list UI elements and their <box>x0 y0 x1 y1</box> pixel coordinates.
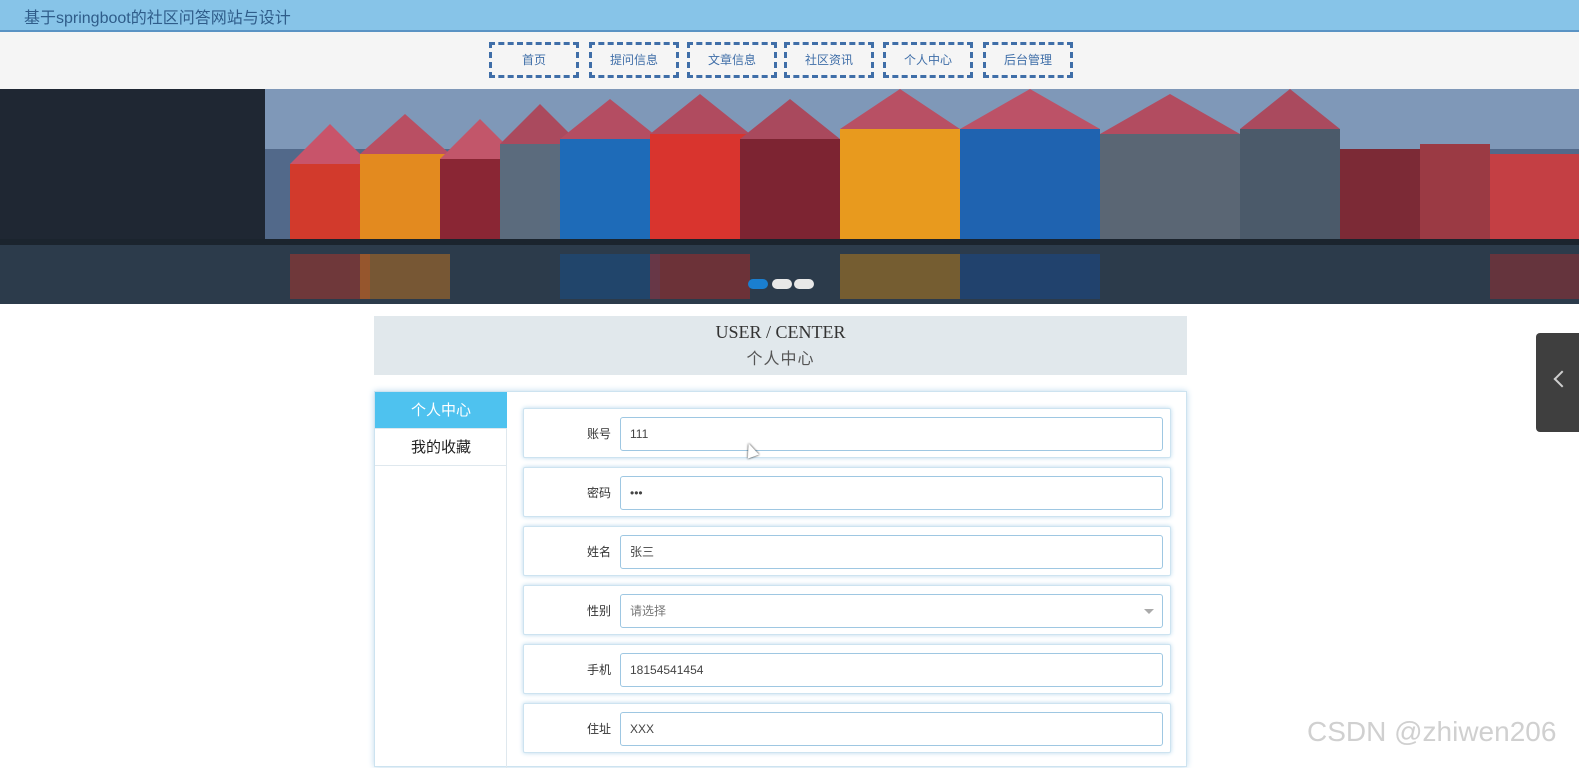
side-drawer-toggle[interactable] <box>1536 333 1579 432</box>
form-row-account: 账号 111 <box>523 408 1171 458</box>
account-input[interactable]: 111 <box>620 417 1163 451</box>
password-label: 密码 <box>586 486 611 500</box>
form-row-gender: 性别 请选择 <box>523 585 1171 635</box>
form-row-name: 姓名 张三 <box>523 526 1171 576</box>
nav-articles[interactable]: 文章信息 <box>687 42 777 78</box>
form-row-address: 住址 XXX <box>523 703 1171 753</box>
phone-label: 手机 <box>586 663 611 677</box>
chevron-down-icon <box>1144 609 1154 614</box>
sidebar-item-favorites[interactable]: 我的收藏 <box>375 429 507 466</box>
name-label: 姓名 <box>586 545 611 559</box>
address-input[interactable]: XXX <box>620 712 1163 746</box>
carousel-dot-3[interactable] <box>794 279 814 289</box>
form-row-password: 密码 ••• <box>523 467 1171 517</box>
gender-select-value: 请选择 <box>630 604 667 618</box>
nav-questions[interactable]: 提问信息 <box>589 42 679 78</box>
section-title-en: USER / CENTER <box>715 322 846 342</box>
gender-label: 性别 <box>586 604 611 618</box>
banner-image <box>0 89 1579 304</box>
gender-select[interactable]: 请选择 <box>620 594 1163 628</box>
carousel-dot-1[interactable] <box>748 279 768 289</box>
name-input[interactable]: 张三 <box>620 535 1163 569</box>
top-bar: 基于springboot的社区问答网站与设计 <box>0 0 1579 32</box>
nav-admin[interactable]: 后台管理 <box>983 42 1073 78</box>
section-title-cn: 个人中心 <box>746 351 815 368</box>
chevron-left-icon <box>1553 370 1571 388</box>
address-label: 住址 <box>586 722 611 736</box>
site-title: 基于springboot的社区问答网站与设计 <box>24 10 291 27</box>
carousel-dot-2[interactable] <box>772 279 792 289</box>
nav-news[interactable]: 社区资讯 <box>784 42 874 78</box>
section-header: USER / CENTER 个人中心 <box>374 316 1187 375</box>
nav-user-center[interactable]: 个人中心 <box>883 42 973 78</box>
account-label: 账号 <box>586 427 611 441</box>
main-nav: 首页 提问信息 文章信息 社区资讯 个人中心 后台管理 <box>0 32 1579 89</box>
sidebar-item-user-center[interactable]: 个人中心 <box>375 392 507 429</box>
watermark: CSDN @zhiwen206 <box>1307 716 1557 747</box>
phone-input[interactable]: 18154541454 <box>620 653 1163 687</box>
password-input[interactable]: ••• <box>620 476 1163 510</box>
user-center-panel: 个人中心 我的收藏 账号 111 密码 ••• 姓名 张三 性别 请选择 手机 … <box>374 391 1187 768</box>
nav-home[interactable]: 首页 <box>489 42 579 78</box>
sidebar: 个人中心 我的收藏 <box>375 392 507 768</box>
form-row-phone: 手机 18154541454 <box>523 644 1171 694</box>
banner-carousel[interactable] <box>0 89 1579 304</box>
